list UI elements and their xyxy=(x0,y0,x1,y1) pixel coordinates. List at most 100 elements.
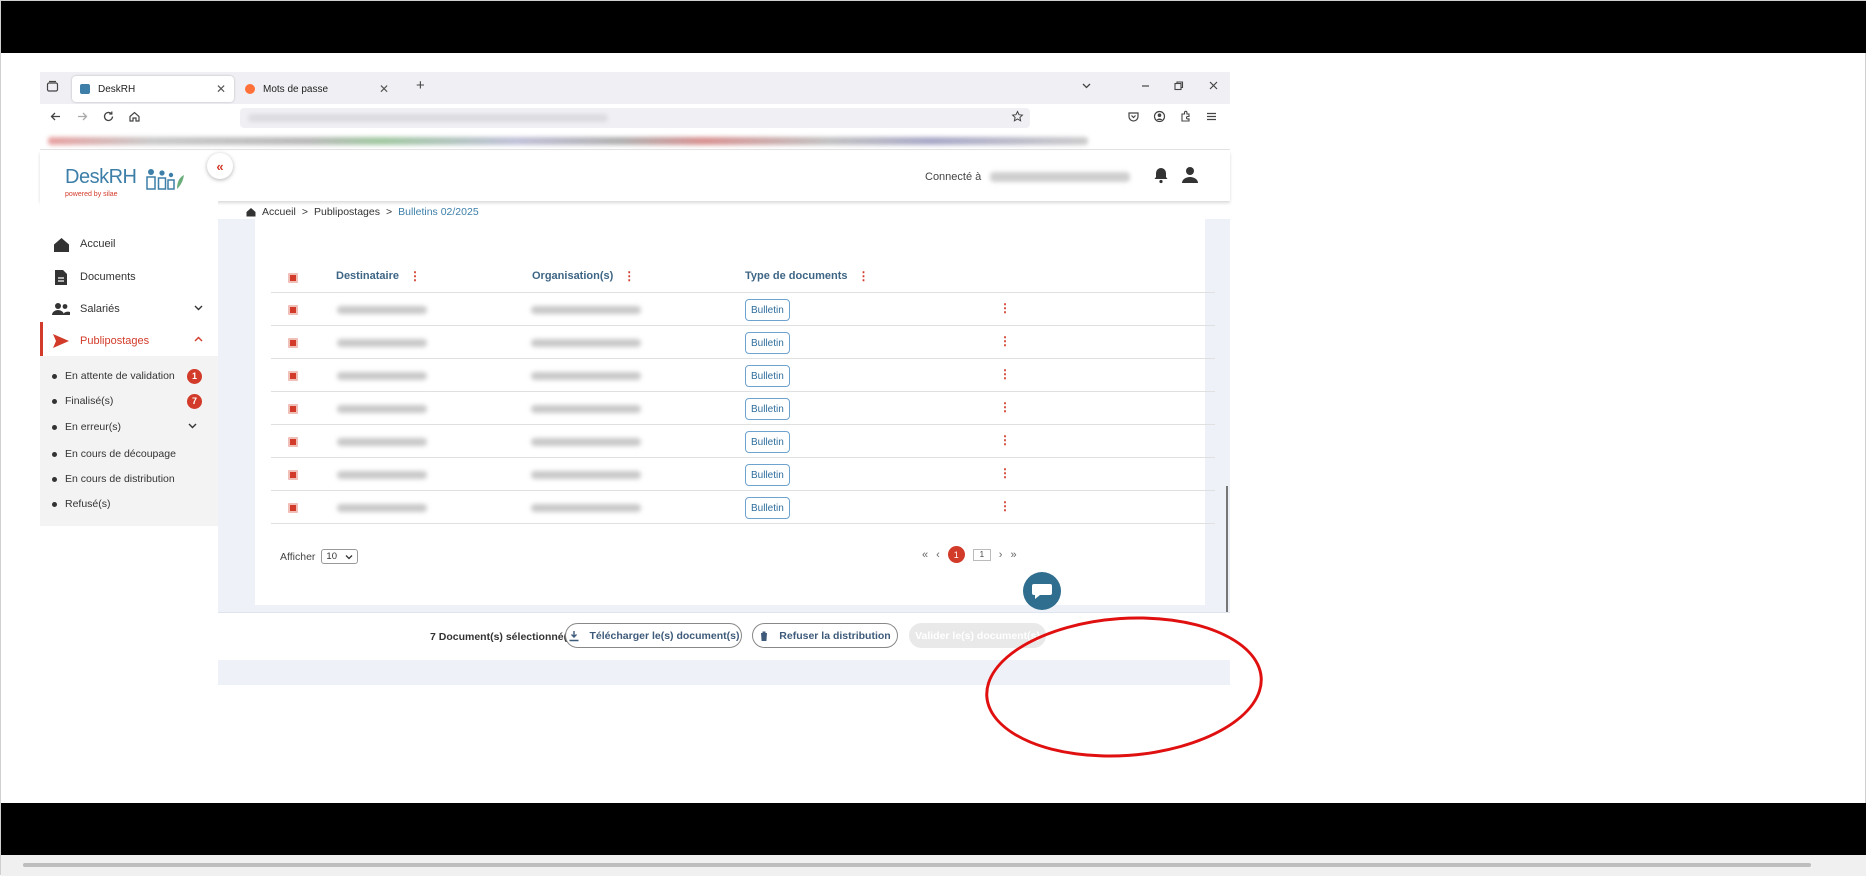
submenu-en-erreurs[interactable]: En erreur(s) xyxy=(52,417,212,437)
row-checkbox[interactable] xyxy=(288,470,298,480)
row-menu-icon[interactable]: ⋮ xyxy=(999,334,1011,348)
submenu-refuses[interactable]: Refusé(s) xyxy=(52,494,212,514)
page-number-input[interactable]: 1 xyxy=(972,548,991,561)
destinataire-redacted xyxy=(337,405,427,413)
table-row: Bulletin ⋮ xyxy=(271,391,1215,424)
column-menu-icon[interactable]: ⋮ xyxy=(409,269,421,283)
document-type-button[interactable]: Bulletin xyxy=(745,299,790,321)
breadcrumb-home[interactable]: Accueil xyxy=(262,206,296,218)
row-menu-icon[interactable]: ⋮ xyxy=(999,400,1011,414)
page-size-select[interactable]: 10 xyxy=(321,549,358,564)
home-icon[interactable] xyxy=(246,207,256,217)
close-window-icon[interactable] xyxy=(1208,80,1219,94)
column-type-documents[interactable]: Type de documents ⋮ xyxy=(745,269,869,283)
row-menu-icon[interactable]: ⋮ xyxy=(999,433,1011,447)
organisation-redacted xyxy=(531,339,641,347)
forward-icon[interactable] xyxy=(76,110,89,126)
column-destinataire[interactable]: Destinataire ⋮ xyxy=(336,269,421,283)
company-name-redacted xyxy=(990,172,1130,182)
button-label: Télécharger le(s) document(s) xyxy=(589,629,740,642)
download-icon xyxy=(569,630,579,641)
collapse-sidebar-button[interactable]: « xyxy=(207,153,233,179)
destinataire-redacted xyxy=(337,372,427,380)
submenu-decoupage[interactable]: En cours de découpage xyxy=(52,444,212,464)
submenu-distribution[interactable]: En cours de distribution xyxy=(52,469,212,489)
sidebar-item-label: Publipostages xyxy=(80,335,150,347)
submenu-en-attente[interactable]: En attente de validation 1 xyxy=(52,366,212,386)
close-icon[interactable]: ✕ xyxy=(379,82,389,96)
send-icon xyxy=(52,332,70,350)
tab-list-icon[interactable] xyxy=(46,80,59,96)
people-icon xyxy=(52,300,70,318)
bookmark-star-icon[interactable] xyxy=(1011,110,1024,126)
row-checkbox[interactable] xyxy=(288,305,298,315)
row-menu-icon[interactable]: ⋮ xyxy=(999,466,1011,480)
menu-icon[interactable] xyxy=(1205,110,1218,126)
row-menu-icon[interactable]: ⋮ xyxy=(999,367,1011,381)
previous-page-icon[interactable]: ‹ xyxy=(936,549,940,561)
select-all-checkbox[interactable] xyxy=(288,273,298,283)
bell-icon[interactable] xyxy=(1152,166,1170,184)
column-menu-icon[interactable]: ⋮ xyxy=(623,269,635,283)
pocket-icon[interactable] xyxy=(1127,110,1140,126)
submenu-label: En cours de découpage xyxy=(65,448,176,460)
navigation-bar xyxy=(40,104,1230,132)
document-type-button[interactable]: Bulletin xyxy=(745,431,790,453)
first-page-icon[interactable]: « xyxy=(922,549,928,561)
document-type-button[interactable]: Bulletin xyxy=(745,365,790,387)
refuse-distribution-button[interactable]: Refuser la distribution xyxy=(752,623,898,648)
document-type-button[interactable]: Bulletin xyxy=(745,332,790,354)
table-row: Bulletin ⋮ xyxy=(271,424,1215,457)
breadcrumb-publipostages[interactable]: Publipostages xyxy=(314,206,380,218)
row-checkbox[interactable] xyxy=(288,371,298,381)
account-icon[interactable] xyxy=(1153,110,1166,126)
tab-deskrh[interactable]: DeskRH ✕ xyxy=(72,76,234,102)
extensions-icon[interactable] xyxy=(1179,110,1192,126)
back-icon[interactable] xyxy=(49,110,62,126)
sidebar-item-label: Accueil xyxy=(80,238,116,250)
validate-documents-button[interactable]: Valider le(s) document(s) xyxy=(909,623,1046,648)
reload-icon[interactable] xyxy=(102,110,115,126)
row-checkbox[interactable] xyxy=(288,338,298,348)
home-icon[interactable] xyxy=(128,110,141,126)
new-tab-button[interactable]: + xyxy=(416,78,425,93)
row-checkbox[interactable] xyxy=(288,437,298,447)
document-type-button[interactable]: Bulletin xyxy=(745,497,790,519)
submenu-finalises[interactable]: Finalisé(s) 7 xyxy=(52,391,212,411)
close-icon[interactable]: ✕ xyxy=(216,82,226,96)
chevron-down-icon[interactable] xyxy=(1081,80,1092,94)
row-checkbox[interactable] xyxy=(288,404,298,414)
url-bar[interactable] xyxy=(240,108,1030,128)
breadcrumb-separator: > xyxy=(301,206,308,218)
bullet-icon xyxy=(52,501,57,507)
document-type-button[interactable]: Bulletin xyxy=(745,398,790,420)
current-page-indicator[interactable]: 1 xyxy=(947,546,965,563)
minimize-icon[interactable] xyxy=(1140,80,1151,94)
page-size-control: Afficher 10 xyxy=(280,549,358,564)
tab-mots-de-passe[interactable]: Mots de passe ✕ xyxy=(237,76,397,102)
table-bottom-border xyxy=(271,523,1215,524)
scrollbar-thumb[interactable] xyxy=(23,863,1811,867)
column-menu-icon[interactable]: ⋮ xyxy=(857,269,869,283)
restore-icon[interactable] xyxy=(1173,80,1184,94)
submenu-label: En erreur(s) xyxy=(65,421,122,433)
last-page-icon[interactable]: » xyxy=(1010,549,1016,561)
button-label: Refuser la distribution xyxy=(779,629,891,642)
horizontal-scrollbar[interactable] xyxy=(1,855,1866,876)
submenu-label: Refusé(s) xyxy=(65,498,111,510)
document-icon xyxy=(52,268,70,286)
next-page-icon[interactable]: › xyxy=(999,549,1003,561)
download-documents-button[interactable]: Télécharger le(s) document(s) xyxy=(565,623,742,648)
row-menu-icon[interactable]: ⋮ xyxy=(999,301,1011,315)
chat-button[interactable] xyxy=(1023,572,1061,610)
page-size-value: 10 xyxy=(326,551,337,562)
column-organisations[interactable]: Organisation(s) ⋮ xyxy=(532,269,635,283)
document-type-button[interactable]: Bulletin xyxy=(745,464,790,486)
user-icon[interactable] xyxy=(1180,165,1200,185)
table-row: Bulletin ⋮ xyxy=(271,292,1215,325)
sidebar-item-publipostages[interactable]: Publipostages xyxy=(40,322,218,360)
row-checkbox[interactable] xyxy=(288,503,298,513)
row-menu-icon[interactable]: ⋮ xyxy=(999,499,1011,513)
top-black-bar xyxy=(1,1,1866,53)
bullet-icon xyxy=(52,373,57,379)
